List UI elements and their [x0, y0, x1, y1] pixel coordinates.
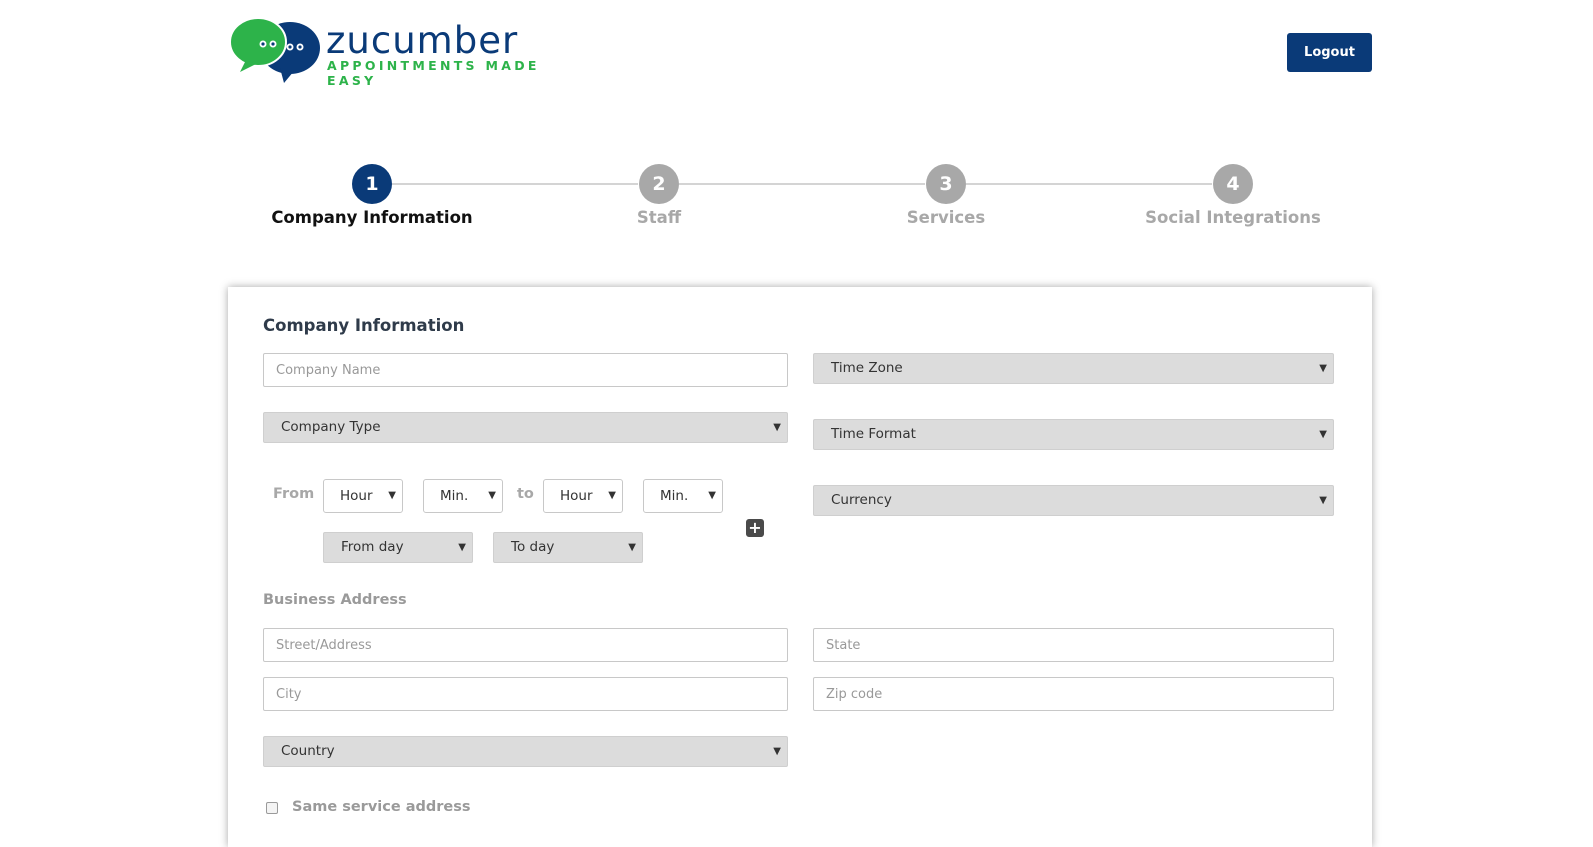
step-connector: [966, 183, 1212, 185]
step-1-label[interactable]: Company Information: [232, 208, 512, 227]
state-input[interactable]: [813, 628, 1334, 662]
chevron-down-icon: ▼: [608, 490, 616, 501]
step-4-label[interactable]: Social Integrations: [1093, 208, 1373, 227]
plus-icon: +: [748, 518, 762, 537]
business-address-heading: Business Address: [263, 592, 407, 608]
chevron-down-icon: ▼: [708, 490, 716, 501]
chat-bubbles-icon: [229, 17, 320, 83]
step-2-label[interactable]: Staff: [519, 208, 799, 227]
chevron-down-icon: ▼: [628, 542, 636, 553]
form-title: Company Information: [263, 316, 465, 335]
same-service-address-label[interactable]: Same service address: [292, 799, 471, 815]
step-connector: [392, 183, 638, 185]
time-format-select[interactable]: Time Format ▼: [813, 419, 1334, 450]
to-min-select[interactable]: Min. ▼: [643, 479, 723, 513]
time-zone-select[interactable]: Time Zone ▼: [813, 353, 1334, 384]
step-3-circle[interactable]: 3: [926, 164, 966, 204]
to-day-value: To day: [511, 539, 555, 555]
same-service-address-checkbox[interactable]: [266, 802, 278, 814]
to-label: to: [517, 486, 534, 502]
step-3-label[interactable]: Services: [806, 208, 1086, 227]
to-day-select[interactable]: To day ▼: [493, 532, 643, 563]
from-hour-select[interactable]: Hour ▼: [323, 479, 403, 513]
logo-tagline: APPOINTMENTS MADE EASY: [327, 58, 540, 88]
chevron-down-icon: ▼: [1319, 429, 1327, 440]
chevron-down-icon: ▼: [1319, 363, 1327, 374]
city-input[interactable]: [263, 677, 788, 711]
step-connector: [679, 183, 925, 185]
brand-logo: zucumber APPOINTMENTS MADE EASY: [228, 16, 588, 88]
from-label: From: [273, 486, 315, 502]
street-address-input[interactable]: [263, 628, 788, 662]
step-4-circle[interactable]: 4: [1213, 164, 1253, 204]
from-day-value: From day: [341, 539, 404, 555]
currency-value: Currency: [831, 492, 892, 508]
time-format-value: Time Format: [831, 426, 916, 442]
chevron-down-icon: ▼: [1319, 495, 1327, 506]
time-zone-value: Time Zone: [831, 360, 903, 376]
zip-code-input[interactable]: [813, 677, 1334, 711]
chevron-down-icon: ▼: [488, 490, 496, 501]
company-type-select[interactable]: Company Type ▼: [263, 412, 788, 443]
add-hours-button[interactable]: +: [746, 519, 764, 537]
step-1-circle[interactable]: 1: [352, 164, 392, 204]
to-min-value: Min.: [660, 488, 689, 504]
to-hour-select[interactable]: Hour ▼: [543, 479, 623, 513]
chevron-down-icon: ▼: [458, 542, 466, 553]
from-min-select[interactable]: Min. ▼: [423, 479, 503, 513]
chevron-down-icon: ▼: [388, 490, 396, 501]
from-hour-value: Hour: [340, 488, 373, 504]
chevron-down-icon: ▼: [773, 746, 781, 757]
from-day-select[interactable]: From day ▼: [323, 532, 473, 563]
logout-button[interactable]: Logout: [1287, 33, 1372, 72]
company-type-value: Company Type: [281, 419, 381, 435]
step-2-circle[interactable]: 2: [639, 164, 679, 204]
country-select[interactable]: Country ▼: [263, 736, 788, 767]
from-min-value: Min.: [440, 488, 469, 504]
country-value: Country: [281, 743, 335, 759]
company-name-input[interactable]: [263, 353, 788, 387]
chevron-down-icon: ▼: [773, 422, 781, 433]
currency-select[interactable]: Currency ▼: [813, 485, 1334, 516]
to-hour-value: Hour: [560, 488, 593, 504]
